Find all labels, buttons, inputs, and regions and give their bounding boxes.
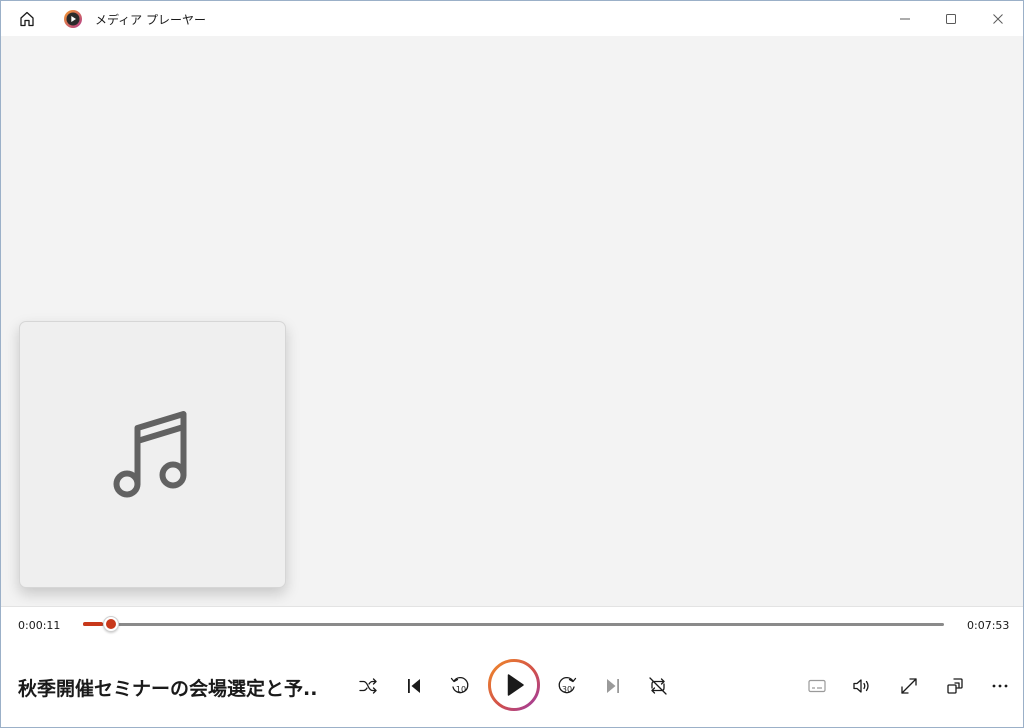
maximize-icon [946,13,956,24]
more-icon [992,684,1008,688]
app-title: メディア プレーヤー [95,13,206,27]
maximize-button[interactable] [928,1,974,36]
track-title: 秋季開催セミナーの会場選定と予... [18,678,318,700]
seek-progress [83,622,103,626]
title-bar: メディア プレーヤー [1,1,1023,36]
next-button[interactable] [596,669,630,703]
seek-track [83,623,944,626]
forward-30-button[interactable]: 30 [550,669,584,703]
volume-button[interactable] [845,669,879,703]
album-art [19,321,286,588]
forward-30-label: 30 [562,685,572,694]
miniplayer-icon [947,678,963,694]
repeat-button[interactable] [641,669,675,703]
media-player-logo [64,10,82,28]
volume-icon [853,679,869,693]
subtitles-button[interactable] [800,669,834,703]
fullscreen-button[interactable] [892,669,926,703]
current-time: 0:00:11 [18,619,61,632]
repeat-icon [649,677,667,695]
minimize-icon [900,18,910,19]
shuffle-icon [359,678,377,694]
fullscreen-icon [901,678,917,694]
forward-30-icon: 30 [558,677,577,694]
seek-bar[interactable] [83,616,944,632]
play-button[interactable] [487,658,541,712]
media-player-window: メディア プレーヤー 0:00:11 0:07:53 秋季開催セミナーの会場選定… [0,0,1024,728]
seek-thumb[interactable] [103,616,119,632]
media-content-area [1,36,1023,606]
minimize-button[interactable] [882,1,928,36]
rewind-10-label: 10 [456,685,466,694]
music-note-icon [113,410,186,497]
play-ring [488,659,540,711]
total-time: 0:07:53 [967,619,1010,632]
rewind-10-icon: 10 [450,677,469,694]
previous-button[interactable] [397,669,431,703]
seek-thumb-dot [106,619,116,629]
playback-controls-panel: 0:00:11 0:07:53 秋季開催セミナーの会場選定と予... 10 30 [1,606,1023,727]
close-button[interactable] [975,1,1021,36]
rewind-10-button[interactable]: 10 [443,669,477,703]
miniplayer-button[interactable] [938,669,972,703]
subtitles-icon [808,679,826,693]
next-icon [607,679,619,693]
close-icon [993,13,1003,24]
more-options-button[interactable] [983,669,1017,703]
home-button[interactable] [13,6,41,32]
previous-icon [408,679,420,693]
shuffle-button[interactable] [351,669,385,703]
home-icon [20,11,34,27]
